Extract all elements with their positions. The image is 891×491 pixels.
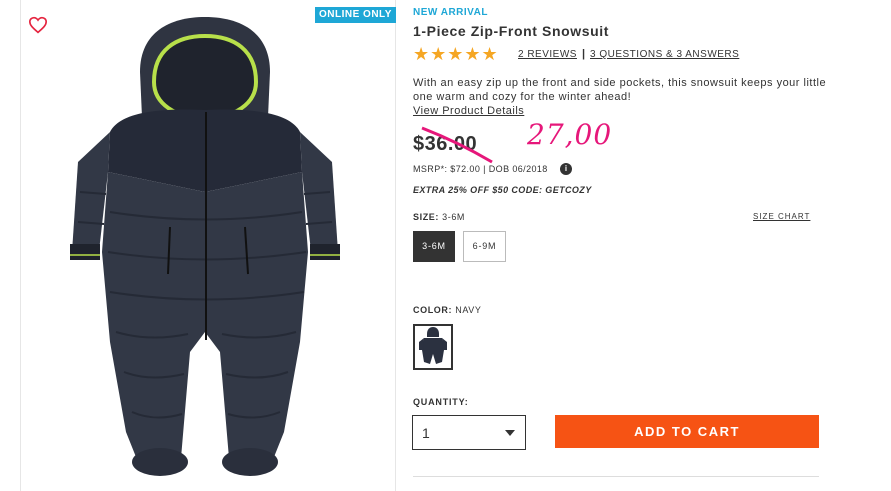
add-to-cart-button[interactable]: ADD TO CART bbox=[555, 415, 819, 448]
color-swatch-navy[interactable] bbox=[413, 324, 453, 370]
promo-code: EXTRA 25% OFF $50 CODE: GETCOZY bbox=[413, 185, 592, 195]
handwritten-strikethrough bbox=[421, 126, 493, 164]
size-option-6-9m[interactable]: 6-9M bbox=[463, 231, 506, 262]
new-arrival-tag: NEW ARRIVAL bbox=[413, 7, 488, 18]
size-option-3-6m[interactable]: 3-6M bbox=[413, 231, 455, 262]
quantity-label: QUANTITY: bbox=[413, 397, 469, 407]
color-selected-value: NAVY bbox=[455, 305, 482, 315]
questions-answers-link[interactable]: 3 QUESTIONS & 3 ANSWERS bbox=[590, 49, 739, 60]
chevron-down-icon bbox=[505, 430, 515, 436]
link-separator: | bbox=[582, 48, 586, 60]
quantity-value: 1 bbox=[422, 425, 430, 441]
msrp-line: MSRP*: $72.00 | DOB 06/2018 bbox=[413, 164, 548, 174]
heart-icon[interactable] bbox=[28, 16, 48, 34]
handwritten-price-note: 27,00 bbox=[527, 118, 613, 151]
product-image[interactable] bbox=[70, 12, 340, 482]
product-description: With an easy zip up the front and side p… bbox=[413, 77, 827, 103]
star-rating[interactable]: ★★★★★ bbox=[413, 44, 499, 64]
color-label: COLOR: NAVY bbox=[413, 305, 481, 315]
color-label-text: COLOR: bbox=[413, 305, 453, 315]
view-product-details-link[interactable]: View Product Details bbox=[413, 105, 524, 117]
size-label-text: SIZE: bbox=[413, 212, 440, 222]
divider bbox=[413, 476, 819, 477]
reviews-link[interactable]: 2 REVIEWS bbox=[518, 49, 577, 60]
quantity-select[interactable]: 1 bbox=[412, 415, 526, 450]
size-chart-link[interactable]: SIZE CHART bbox=[753, 212, 810, 221]
info-icon[interactable]: i bbox=[560, 163, 572, 175]
size-selected-value: 3-6M bbox=[442, 212, 466, 222]
product-title: 1-Piece Zip-Front Snowsuit bbox=[413, 23, 610, 39]
size-label: SIZE: 3-6M bbox=[413, 212, 465, 222]
swatch-thumbnail bbox=[419, 327, 447, 364]
